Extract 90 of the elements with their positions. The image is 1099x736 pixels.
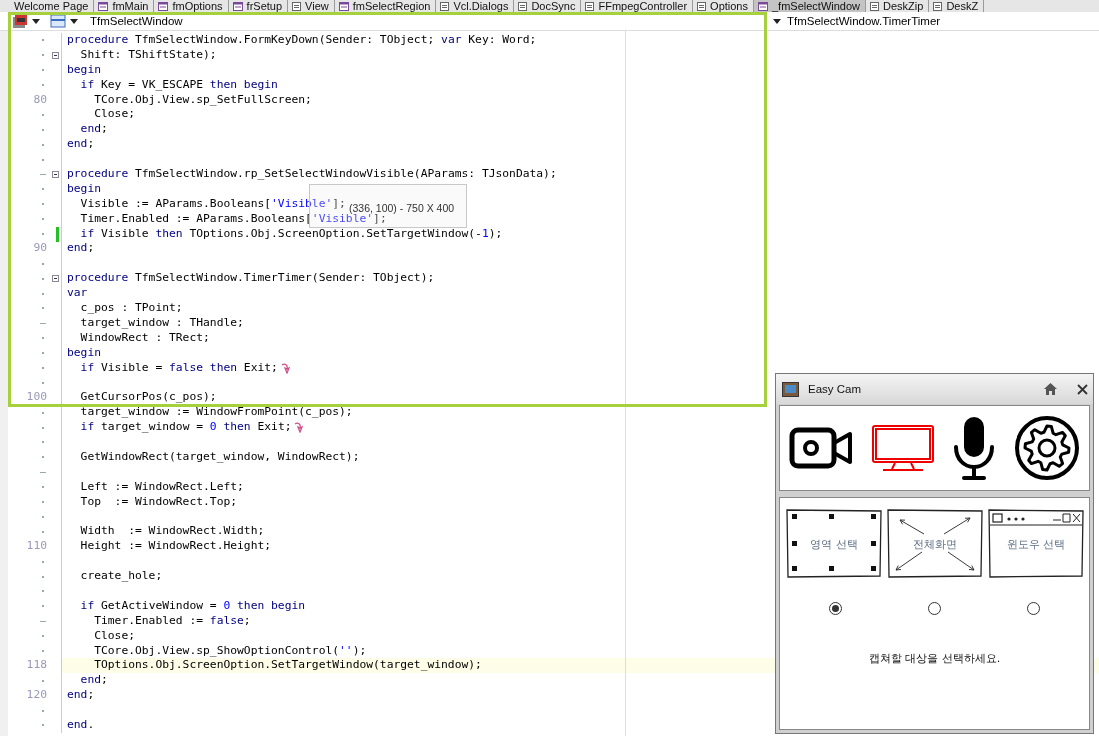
form-icon [98, 1, 109, 11]
code-line: procedure TfmSelectWindow.TimerTimer(Sender: TObject); [67, 271, 435, 287]
monitor-icon[interactable] [870, 424, 935, 472]
code-line: var [67, 286, 88, 302]
video-camera-icon[interactable] [788, 426, 853, 470]
document-icon [585, 1, 595, 11]
code-line: end; [79, 673, 108, 689]
collapse-icon[interactable] [52, 170, 59, 178]
home-icon [1043, 382, 1058, 396]
gutter-dash [40, 471, 46, 473]
editor-tab[interactable]: fmOptions [154, 0, 229, 12]
code-line: Shift: TShiftState); [79, 47, 217, 63]
code-line: GetWindowRect(target_window, WindowRect); [79, 449, 360, 465]
line-number: 90 [33, 241, 47, 257]
editor-tab[interactable]: fmSelectRegion [334, 0, 437, 12]
settings-icon[interactable] [1014, 415, 1081, 481]
editor-tab[interactable]: FFmpegController [581, 0, 694, 12]
close-icon [1077, 383, 1088, 395]
code-line: WindowRect : TRect; [79, 330, 210, 346]
dropdown-caret-icon[interactable] [70, 18, 78, 24]
form-icon [232, 1, 243, 11]
microphone-icon[interactable] [952, 415, 997, 481]
code-line: procedure TfmSelectWindow.FormKeyDown(Sender: TObject; var Key: Word; [67, 33, 537, 48]
code-line: begin [67, 181, 101, 197]
code-line: target_window := WindowFromPoint(c_pos); [79, 405, 353, 421]
code-line: Timer.Enabled := false; [93, 613, 251, 629]
code-line: if Visible = false then Exit; [79, 360, 278, 376]
editor-tab[interactable]: DeskZip [866, 0, 930, 12]
code-line: Close; [93, 628, 135, 644]
editor-tab[interactable]: DeskZ [929, 0, 985, 12]
gutter-dash [40, 322, 46, 324]
editor-tab[interactable]: _fmSelectWindow [754, 0, 867, 12]
editor-tab[interactable]: frSetup [228, 0, 289, 12]
editor-tab[interactable]: Vcl.Dialogs [436, 0, 515, 12]
code-line: target_window : THandle; [79, 315, 244, 331]
code-line: create_hole; [79, 569, 163, 584]
code-line: TCore.Obj.View.sp_SetFullScreen; [93, 92, 312, 108]
code-line: if GetActiveWindow = 0 then begin [79, 598, 306, 614]
editor-tab[interactable]: DocSync [514, 0, 582, 12]
code-line: Close; [93, 107, 135, 123]
window-title: Easy Cam [808, 383, 863, 395]
line-number: 100 [26, 390, 47, 406]
line-number: 110 [26, 539, 47, 555]
form-icon [158, 1, 169, 11]
editor-tab[interactable]: fmMain [94, 0, 155, 12]
code-line: c_pos : TPoint; [79, 301, 183, 316]
gutter-dash [40, 620, 46, 622]
line-number: 118 [26, 658, 47, 674]
code-line: TCore.Obj.View.sp_ShowOptionControl(''); [93, 643, 367, 659]
document-icon [292, 1, 302, 11]
app-icon [782, 381, 799, 397]
form-icon[interactable] [50, 14, 66, 28]
code-line: Width := WindowRect.Width; [79, 524, 265, 540]
collapse-icon[interactable] [52, 51, 59, 59]
radio-button[interactable] [928, 602, 941, 615]
document-icon [697, 1, 707, 11]
line-number: 120 [26, 688, 47, 704]
document-icon [518, 1, 528, 11]
code-line: Left := WindowRect.Left; [79, 479, 244, 495]
form-icon [338, 1, 349, 11]
dropdown-caret-icon[interactable] [773, 18, 781, 24]
code-line: end. [67, 717, 95, 733]
code-line: end; [67, 241, 95, 257]
class-selector[interactable]: TfmSelectWindow [90, 15, 183, 27]
code-line: TOptions.Obj.ScreenOption.SetTargetWindow(target_window); [93, 658, 482, 674]
code-line: Visible := AParams.Booleans['Visible']; [79, 196, 346, 212]
code-line: GetCursorPos(c_pos); [79, 390, 217, 406]
line-number: 80 [33, 92, 47, 108]
document-icon [440, 1, 450, 11]
code-line: if target_window = 0 then Exit; [79, 420, 292, 436]
editor-tab[interactable]: Welcome Page [10, 0, 95, 12]
code-line: if Visible then TOptions.Obj.ScreenOption.SetTargetWindow(-1); [79, 226, 503, 242]
code-line: Height := WindowRect.Height; [79, 539, 272, 555]
dropdown-caret-icon[interactable] [32, 18, 40, 24]
code-line: begin [67, 62, 101, 78]
code-line: end; [67, 688, 95, 704]
code-line: procedure TfmSelectWindow.rp_SetSelectWindowVisible(AParams: TJsonData); [67, 167, 557, 182]
code-line: begin [67, 345, 101, 361]
code-line: end; [67, 137, 95, 153]
radio-button[interactable] [829, 602, 842, 615]
collapse-icon[interactable] [52, 275, 59, 283]
gutter-dash [40, 173, 46, 175]
method-selector[interactable]: TfmSelectWindow.TimerTimer [787, 15, 941, 27]
project-icon[interactable] [12, 13, 28, 29]
instruction-text: 캡쳐할 대상을 선택하세요. [867, 651, 1002, 666]
code-line: Top := WindowRect.Top; [79, 494, 238, 510]
code-line: if Key = VK_ESCAPE then begin [79, 77, 278, 93]
radio-button[interactable] [1027, 602, 1040, 615]
code-line: end; [79, 122, 108, 138]
editor-tab[interactable]: View [288, 0, 335, 12]
